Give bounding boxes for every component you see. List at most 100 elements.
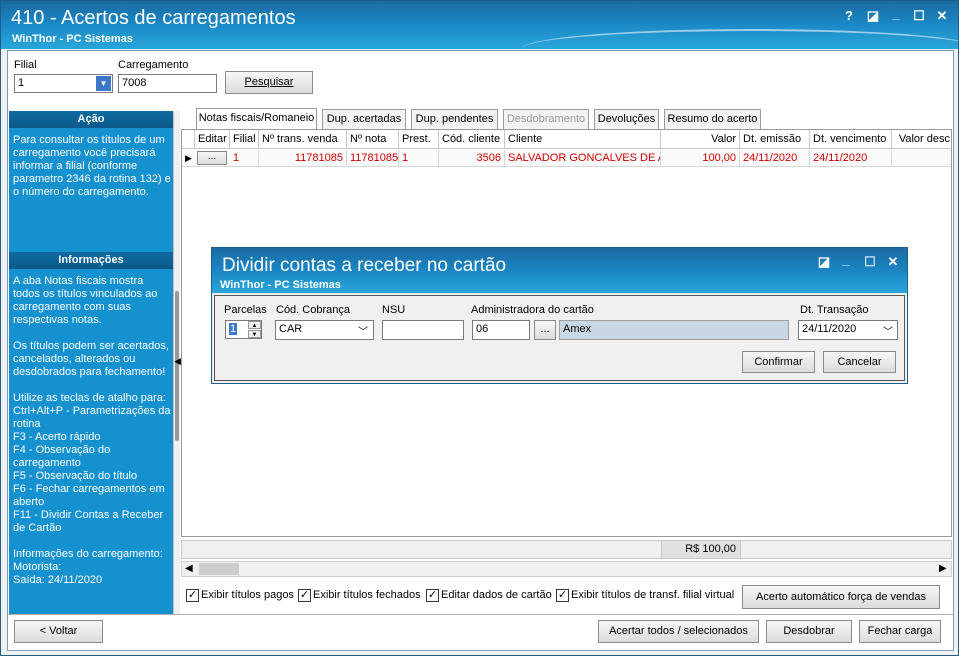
cell-prest: 1 bbox=[399, 150, 439, 167]
tab-desdobramento[interactable]: Desdobramento bbox=[503, 109, 589, 129]
maximize-icon[interactable]: ☐ bbox=[910, 7, 928, 25]
col-filial[interactable]: Filial bbox=[230, 130, 259, 149]
cobranca-chevron-down-icon[interactable]: ﹀ bbox=[358, 323, 368, 338]
col-dt-emissao[interactable]: Dt. emissão bbox=[740, 130, 810, 149]
dialog-maximize-icon[interactable]: ☐ bbox=[861, 253, 879, 271]
dialog-minimize-icon[interactable]: _ bbox=[837, 251, 855, 269]
scrollbar-thumb[interactable] bbox=[199, 563, 239, 575]
acertar-todos-button[interactable]: Acertar todos / selecionados bbox=[598, 620, 759, 643]
cancelar-button[interactable]: Cancelar bbox=[823, 351, 896, 373]
cell-valor-desc bbox=[892, 150, 951, 167]
administradora-browse-button[interactable]: ... bbox=[534, 320, 556, 340]
acerto-automatico-button[interactable]: Acerto automático força de vendas bbox=[742, 585, 940, 609]
filial-label: Filial bbox=[14, 59, 37, 71]
label-dados-cartao: Editar dados de cartão bbox=[441, 589, 552, 601]
informacoes-text: A aba Notas fiscais mostra todos os títu… bbox=[13, 275, 171, 586]
col-nota[interactable]: Nº nota bbox=[347, 130, 399, 149]
tab-resumo-acerto[interactable]: Resumo do acerto bbox=[664, 109, 761, 129]
col-cod-cliente[interactable]: Cód. cliente bbox=[439, 130, 505, 149]
scroll-right-icon[interactable]: ▶ bbox=[939, 563, 947, 574]
checkbox-filial-virtual[interactable]: ✓ bbox=[556, 589, 569, 602]
cell-cod-cliente: 3506 bbox=[439, 150, 505, 167]
acao-header: Ação bbox=[9, 111, 173, 128]
col-prest[interactable]: Prest. bbox=[399, 130, 439, 149]
cell-filial: 1 bbox=[230, 150, 259, 167]
dialog-title-bar: Dividir contas a receber no cartão WinTh… bbox=[212, 248, 907, 293]
row-indicator-icon: ▶ bbox=[185, 153, 192, 163]
stepper-down-icon[interactable]: ▼ bbox=[248, 330, 261, 338]
bottom-divider bbox=[8, 614, 953, 615]
tab-dup-acertadas[interactable]: Dup. acertadas bbox=[322, 109, 406, 129]
dialog-body: Parcelas 1 ▲ ▼ Cód. Cobrança CAR ﹀ NSU A… bbox=[214, 295, 905, 381]
dt-transacao-value: 24/11/2020 bbox=[802, 323, 857, 335]
main-window: 410 - Acertos de carregamentos WinThor -… bbox=[0, 0, 959, 656]
cell-dt-emissao: 24/11/2020 bbox=[740, 150, 810, 167]
col-editar[interactable]: Editar bbox=[195, 130, 230, 149]
filial-value: 1 bbox=[18, 77, 25, 89]
grid-footer bbox=[181, 540, 952, 559]
cell-trans-venda: 11781085 bbox=[259, 150, 347, 167]
cell-dt-vencimento: 24/11/2020 bbox=[810, 150, 892, 167]
dialog-title: Dividir contas a receber no cartão bbox=[222, 255, 507, 276]
checkbox-titulos-pagos[interactable]: ✓ bbox=[186, 589, 199, 602]
pesquisar-label: Pesquisar bbox=[244, 76, 294, 88]
stepper-up-icon[interactable]: ▲ bbox=[248, 321, 261, 329]
close-icon[interactable]: ✕ bbox=[933, 7, 951, 25]
horizontal-scrollbar[interactable] bbox=[181, 561, 952, 577]
title-bar-swoosh bbox=[521, 29, 958, 49]
dialog-close-icon[interactable]: ✕ bbox=[884, 253, 902, 271]
cobranca-label: Cód. Cobrança bbox=[276, 304, 350, 316]
label-titulos-pagos: Exibir títulos pagos bbox=[201, 589, 294, 601]
dividir-contas-dialog: Dividir contas a receber no cartão WinTh… bbox=[211, 247, 908, 384]
cobranca-value: CAR bbox=[279, 323, 303, 335]
scroll-left-icon[interactable]: ◀ bbox=[185, 563, 193, 574]
chevron-down-icon[interactable]: ▼ bbox=[96, 76, 111, 91]
minimize-icon[interactable]: _ bbox=[887, 5, 905, 23]
tab-devolucoes[interactable]: Devoluções bbox=[594, 109, 659, 129]
edit-row-button[interactable]: ... bbox=[197, 151, 227, 165]
cell-nota: 11781085 bbox=[347, 150, 399, 167]
help-icon[interactable]: ? bbox=[840, 7, 858, 25]
desdobrar-button[interactable]: Desdobrar bbox=[766, 620, 852, 643]
checkbox-dados-cartao[interactable]: ✓ bbox=[426, 589, 439, 602]
nsu-label: NSU bbox=[382, 304, 406, 316]
administradora-label: Administradora do cartão bbox=[471, 304, 594, 316]
restore-icon[interactable]: ◪ bbox=[864, 7, 882, 25]
voltar-button[interactable]: < Voltar bbox=[14, 620, 103, 643]
grid-indicator-header bbox=[182, 130, 195, 149]
nsu-input[interactable] bbox=[382, 320, 464, 340]
tab-dup-pendentes[interactable]: Dup. pendentes bbox=[411, 109, 498, 129]
label-titulos-fechados: Exibir títulos fechados bbox=[313, 589, 421, 601]
left-panel: Ação Para consultar os títulos de um car… bbox=[9, 111, 173, 614]
confirmar-button[interactable]: Confirmar bbox=[742, 351, 815, 373]
checkbox-titulos-fechados[interactable]: ✓ bbox=[298, 589, 311, 602]
carregamento-label: Carregamento bbox=[118, 59, 189, 71]
fechar-carga-button[interactable]: Fechar carga bbox=[859, 620, 941, 643]
chevron-left-icon[interactable]: ◀ bbox=[174, 356, 181, 367]
col-trans-venda[interactable]: Nº trans. venda bbox=[259, 130, 347, 149]
tab-notas-fiscais[interactable]: Notas fiscais/Romaneio bbox=[196, 108, 317, 130]
administradora-code-input[interactable]: 06 bbox=[472, 320, 530, 340]
window-title: 410 - Acertos de carregamentos bbox=[11, 7, 296, 29]
col-valor[interactable]: Valor bbox=[661, 130, 740, 149]
dialog-restore-icon[interactable]: ◪ bbox=[815, 253, 833, 271]
parcelas-label: Parcelas bbox=[224, 304, 267, 316]
pesquisar-button[interactable]: Pesquisar bbox=[225, 71, 313, 94]
dialog-subtitle: WinThor - PC Sistemas bbox=[220, 279, 341, 291]
date-chevron-down-icon[interactable]: ﹀ bbox=[883, 323, 893, 338]
title-bar: 410 - Acertos de carregamentos WinThor -… bbox=[1, 1, 958, 49]
col-cliente[interactable]: Cliente bbox=[505, 130, 661, 149]
label-filial-virtual: Exibir títulos de transf. filial virtual bbox=[571, 589, 735, 601]
parcelas-value: 1 bbox=[229, 323, 238, 335]
carregamento-input[interactable]: 7008 bbox=[118, 74, 217, 93]
administradora-name-field: Amex bbox=[559, 320, 789, 340]
dt-transacao-label: Dt. Transação bbox=[800, 304, 869, 316]
col-valor-desc[interactable]: Valor desc bbox=[892, 130, 951, 149]
cell-valor: 100,00 bbox=[661, 150, 740, 167]
fechar-carga-label: Fechar carga bbox=[867, 625, 933, 637]
acao-text: Para consultar os títulos de um carregam… bbox=[13, 134, 171, 198]
informacoes-header: Informações bbox=[9, 252, 173, 269]
col-dt-vencimento[interactable]: Dt. vencimento bbox=[810, 130, 892, 149]
window-subtitle: WinThor - PC Sistemas bbox=[12, 33, 133, 45]
total-valor: R$ 100,00 bbox=[661, 541, 741, 558]
